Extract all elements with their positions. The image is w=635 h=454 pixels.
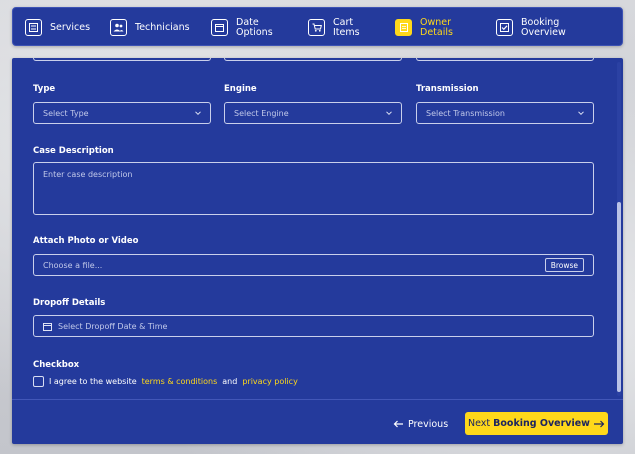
step-date-options[interactable]: Date Options [211, 8, 273, 47]
case-description-textarea[interactable]: Enter case description [33, 162, 594, 215]
type-placeholder: Select Type [43, 108, 89, 118]
arrow-right-icon [593, 420, 605, 427]
list-card-icon [25, 19, 42, 36]
document-icon [395, 19, 412, 36]
case-description-label: Case Description [33, 146, 114, 156]
checkbox-section-label: Checkbox [33, 360, 80, 370]
dropoff-label: Dropoff Details [33, 298, 106, 308]
booking-steps-bar: Services Technicians Date Options Cart I… [12, 7, 623, 46]
checkbox-icon [496, 19, 513, 36]
step-services[interactable]: Services [25, 8, 90, 47]
scrollbar[interactable] [617, 62, 621, 396]
case-description-placeholder: Enter case description [43, 170, 133, 179]
terms-checkbox[interactable] [33, 376, 44, 387]
step-label: Date Options [236, 17, 273, 38]
scrollbar-thumb[interactable] [617, 202, 621, 392]
step-technicians[interactable]: Technicians [110, 8, 190, 47]
transmission-placeholder: Select Transmission [426, 108, 505, 118]
arrow-left-icon [393, 420, 403, 428]
chevron-down-icon [195, 111, 201, 116]
partial-field[interactable] [33, 58, 211, 61]
partial-field[interactable] [416, 58, 594, 61]
privacy-link[interactable]: privacy policy [242, 377, 297, 386]
type-label: Type [33, 84, 56, 94]
chevron-down-icon [386, 111, 392, 116]
terms-agreement-row: I agree to the website terms & condition… [33, 376, 298, 387]
and-text: and [222, 377, 238, 386]
step-label: Cart Items [333, 17, 360, 38]
calendar-icon [211, 19, 228, 36]
calendar-icon [43, 322, 52, 331]
dropoff-datetime-input[interactable]: Select Dropoff Date & Time [33, 315, 594, 337]
next-target: Booking Overview [493, 418, 590, 429]
next-prefix: Next [468, 418, 491, 429]
next-booking-overview-button[interactable]: Next Booking Overview [465, 412, 608, 435]
file-input[interactable]: Choose a file... Browse [33, 254, 594, 276]
type-select[interactable]: Select Type [33, 102, 211, 124]
browse-button[interactable]: Browse [544, 258, 584, 272]
previous-button[interactable]: Previous [393, 414, 448, 434]
step-booking-overview[interactable]: Booking Overview [496, 8, 566, 47]
attach-label: Attach Photo or Video [33, 236, 139, 246]
engine-placeholder: Select Engine [234, 108, 289, 118]
transmission-label: Transmission [416, 84, 479, 94]
engine-label: Engine [224, 84, 257, 94]
owner-details-panel: Type Select Type Engine Select Engine Tr… [12, 58, 623, 444]
users-icon [110, 19, 127, 36]
form-scroll-area: Type Select Type Engine Select Engine Tr… [12, 58, 623, 400]
file-placeholder: Choose a file... [43, 260, 103, 270]
step-owner-details[interactable]: Owner Details [395, 8, 453, 47]
step-label: Booking Overview [521, 17, 566, 38]
step-label: Services [50, 21, 91, 33]
cart-icon [308, 19, 325, 36]
engine-select[interactable]: Select Engine [224, 102, 402, 124]
transmission-select[interactable]: Select Transmission [416, 102, 594, 124]
dropoff-placeholder: Select Dropoff Date & Time [58, 321, 168, 331]
step-label: Owner Details [420, 17, 453, 38]
terms-prefix-text: I agree to the website [49, 377, 137, 386]
step-label: Technicians [135, 21, 190, 33]
terms-link[interactable]: terms & conditions [142, 377, 218, 386]
chevron-down-icon [578, 111, 584, 116]
previous-label: Previous [408, 418, 449, 430]
partial-field[interactable] [224, 58, 402, 61]
step-cart-items[interactable]: Cart Items [308, 8, 360, 47]
